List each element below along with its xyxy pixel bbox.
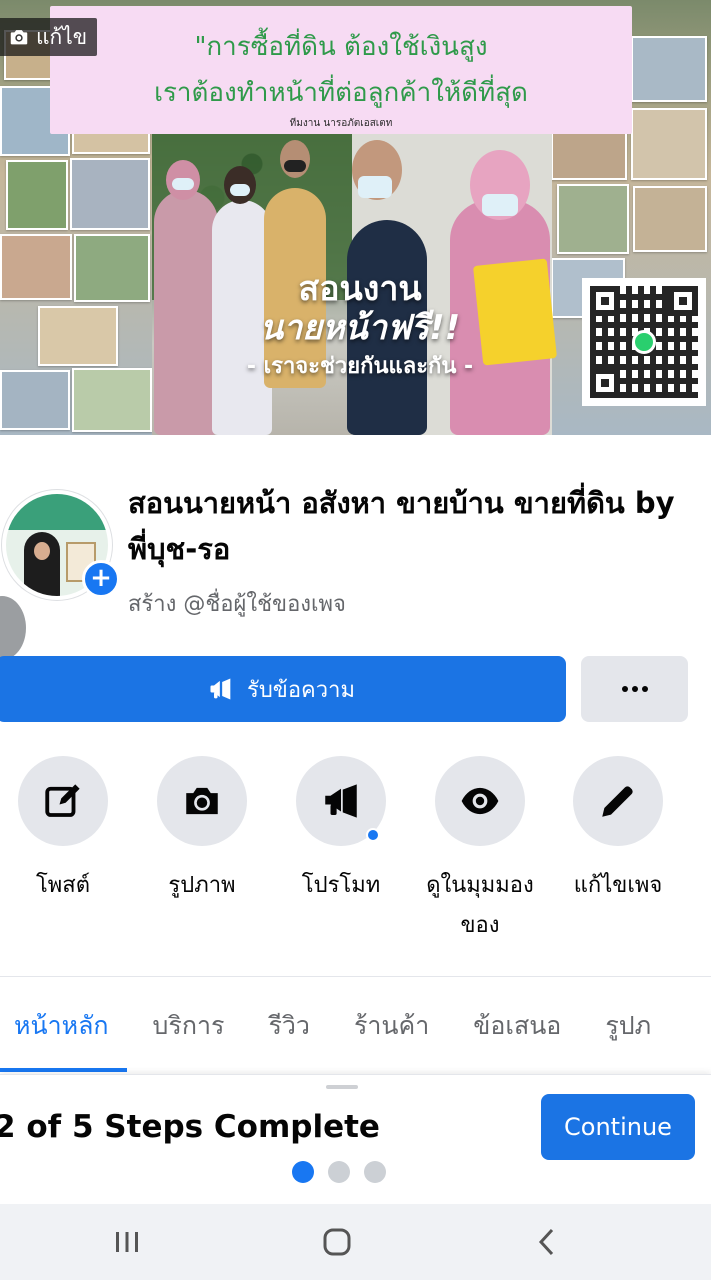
action-photo-label: รูปภาพ — [168, 873, 236, 898]
cover-banner: "การซื้อที่ดิน ต้องใช้เงินสูง เราต้องทำห… — [50, 6, 632, 134]
camera-icon — [186, 787, 218, 815]
pager-dot[interactable] — [364, 1161, 386, 1183]
action-promote-label: โปรโมท — [301, 873, 381, 898]
recent-apps-icon — [116, 1232, 138, 1252]
megaphone-icon — [210, 678, 231, 700]
cover-photo[interactable]: สอนงาน นายหน้าฟรี!! - เราจะช่วยกันและกัน… — [0, 0, 711, 435]
more-options-button[interactable] — [581, 656, 688, 722]
tab-shop[interactable]: ร้านค้า — [332, 996, 451, 1056]
action-promote[interactable]: โปรโมท — [271, 756, 411, 906]
get-messages-button[interactable]: รับข้อความ — [0, 656, 566, 722]
back-icon — [538, 1228, 554, 1256]
recent-apps-button[interactable] — [97, 1220, 157, 1264]
cover-headline-line3: - เราจะช่วยกันและกัน - — [246, 354, 474, 379]
add-profile-picture-button[interactable]: + — [82, 560, 120, 598]
page-tabs: หน้าหลัก บริการ รีวิว ร้านค้า ข้อเสนอ รู… — [0, 996, 673, 1056]
action-edit-page-label: แก้ไขเพจ — [573, 873, 663, 898]
side-panel-handle[interactable] — [0, 596, 26, 660]
tab-home[interactable]: หน้าหลัก — [0, 996, 131, 1056]
tab-services[interactable]: บริการ — [131, 996, 247, 1056]
tab-reviews[interactable]: รีวิว — [246, 996, 332, 1056]
cover-banner-line1: "การซื้อที่ดิน ต้องใช้เงินสูง — [194, 32, 488, 62]
pager-dots — [292, 1161, 386, 1183]
notification-dot — [366, 828, 380, 842]
active-tab-indicator — [0, 1068, 127, 1072]
back-button[interactable] — [518, 1220, 578, 1264]
line-logo-icon — [632, 330, 656, 354]
continue-button[interactable]: Continue — [541, 1094, 695, 1160]
edit-cover-button[interactable]: แก้ไข — [0, 18, 98, 56]
cover-banner-caption: ทีมงาน นารอภัตเอสเตท — [289, 118, 393, 129]
compose-icon — [45, 784, 80, 817]
tab-photos[interactable]: รูปภ — [583, 996, 673, 1056]
action-view-as-label: ดูในมุมมองของ — [426, 873, 534, 938]
cover-headline-line2: นายหน้าฟรี!! — [259, 308, 461, 348]
pencil-icon — [602, 786, 633, 817]
action-view-as[interactable]: ดูในมุมมองของ — [410, 756, 550, 946]
create-username-link[interactable]: สร้าง @ชื่อผู้ใช้ของเพจ — [128, 586, 346, 621]
home-icon — [323, 1228, 351, 1256]
home-button[interactable] — [307, 1220, 367, 1264]
eye-icon — [461, 787, 499, 815]
more-dots-icon — [621, 686, 648, 692]
action-post[interactable]: โพสต์ — [0, 756, 133, 906]
cover-headline: สอนงาน นายหน้าฟรี!! - เราจะช่วยกันและกัน… — [215, 270, 505, 384]
divider — [0, 976, 711, 977]
cover-banner-line2: เราต้องทำหน้าที่ต่อลูกค้าให้ดีที่สุด — [154, 78, 528, 108]
pager-dot[interactable] — [328, 1161, 350, 1183]
edit-cover-label: แก้ไข — [36, 24, 88, 49]
action-photo[interactable]: รูปภาพ — [132, 756, 272, 906]
get-messages-label: รับข้อความ — [247, 677, 355, 703]
action-edit-page[interactable]: แก้ไขเพจ — [548, 756, 688, 906]
sheet-drag-handle[interactable] — [326, 1085, 358, 1089]
tab-offers[interactable]: ข้อเสนอ — [451, 996, 583, 1056]
line-qr-code — [582, 278, 706, 406]
camera-icon — [10, 30, 28, 45]
setup-progress-text: 2 of 5 Steps Complete — [0, 1109, 380, 1145]
page-actions: โพสต์ รูปภาพ โปรโมท ดูในมุมมองของ แก้ไขเ… — [0, 756, 711, 946]
action-post-label: โพสต์ — [35, 873, 91, 898]
cover-headline-line1: สอนงาน — [298, 269, 422, 309]
pager-dot[interactable] — [292, 1161, 314, 1183]
megaphone-icon — [325, 784, 357, 818]
system-navigation-bar — [0, 1204, 711, 1280]
page-title: สอนนายหน้า อสังหา ขายบ้าน ขายที่ดิน by พ… — [128, 486, 675, 566]
page-setup-sheet: 2 of 5 Steps Complete Continue — [0, 1074, 711, 1204]
